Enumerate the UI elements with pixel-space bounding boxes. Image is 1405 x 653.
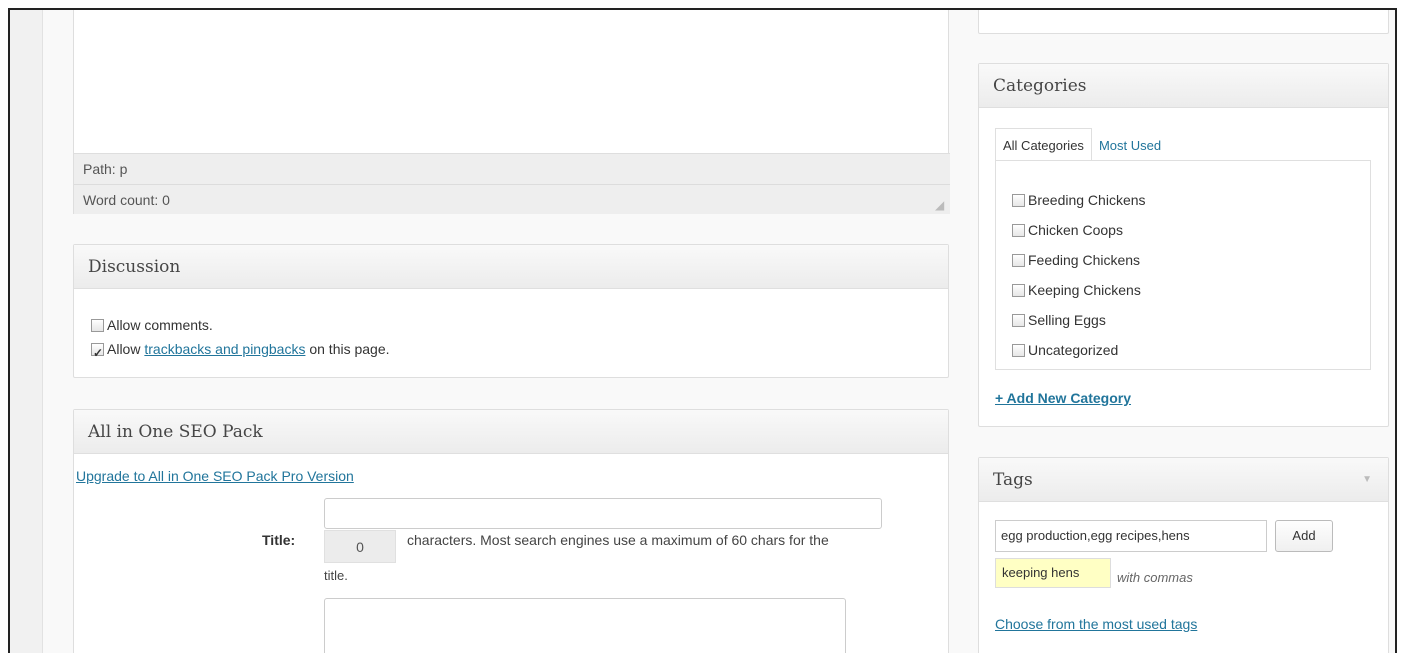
category-checkbox[interactable]: [1012, 254, 1025, 267]
screen-frame: Path: p Word count: 0 ◢ Discussion Allow…: [8, 8, 1397, 653]
category-item[interactable]: Uncategorized: [1012, 335, 1370, 365]
tag-suggestion[interactable]: keeping hens: [995, 558, 1111, 588]
tab-all-categories[interactable]: All Categories: [995, 128, 1092, 161]
allow-comments-checkbox[interactable]: [91, 319, 104, 332]
category-tabs: All Categories Most Used: [995, 128, 1168, 162]
allow-comments-label: Allow comments.: [107, 317, 213, 333]
allow-trackbacks-checkbox[interactable]: [91, 341, 104, 365]
seo-pack-box: All in One SEO Pack Upgrade to All in On…: [73, 409, 949, 653]
tags-box: Tags ▼ egg production,egg recipes,hens A…: [978, 457, 1389, 653]
seo-title-char-counter: 0: [324, 530, 396, 563]
seo-title-char-note: characters. Most search engines use a ma…: [407, 532, 829, 548]
category-label: Uncategorized: [1028, 342, 1119, 358]
tags-title: Tags: [979, 458, 1388, 502]
resize-grip-icon[interactable]: ◢: [935, 199, 947, 211]
collapse-arrow-icon[interactable]: ▼: [1362, 474, 1372, 485]
category-checklist: Breeding Chickens Chicken Coops Feeding …: [995, 160, 1371, 370]
add-new-category-link[interactable]: + Add New Category: [995, 390, 1131, 406]
category-label: Selling Eggs: [1028, 312, 1106, 328]
category-item[interactable]: Keeping Chickens: [1012, 275, 1370, 305]
allow-trackbacks-row: Allow trackbacks and pingbacks on this p…: [91, 337, 948, 365]
category-checkbox[interactable]: [1012, 284, 1025, 297]
discussion-title: Discussion: [74, 245, 948, 289]
categories-title: Categories: [979, 64, 1388, 108]
category-checkbox[interactable]: [1012, 224, 1025, 237]
add-tag-button[interactable]: Add: [1275, 520, 1333, 552]
category-item[interactable]: Breeding Chickens: [1012, 185, 1370, 215]
status-box-partial: [978, 10, 1389, 34]
seo-description-textarea[interactable]: [324, 598, 846, 653]
admin-sidebar-strip: [10, 10, 43, 653]
editor-status-bar: Path: p Word count: 0 ◢: [74, 153, 950, 214]
post-editor-content[interactable]: Path: p Word count: 0 ◢: [73, 10, 950, 214]
category-label: Feeding Chickens: [1028, 252, 1141, 268]
seo-upgrade-link[interactable]: Upgrade to All in One SEO Pack Pro Versi…: [76, 468, 354, 484]
editor-path: Path: p: [83, 161, 128, 177]
category-checkbox[interactable]: [1012, 314, 1025, 327]
seo-title-label: Title:: [262, 532, 296, 548]
tags-input[interactable]: egg production,egg recipes,hens: [995, 520, 1267, 552]
seo-title-input[interactable]: [324, 498, 882, 529]
discussion-body: Allow comments. Allow trackbacks and pin…: [74, 289, 948, 365]
seo-pack-title: All in One SEO Pack: [74, 410, 948, 454]
category-item[interactable]: Chicken Coops: [1012, 215, 1370, 245]
trackbacks-link[interactable]: trackbacks and pingbacks: [144, 341, 305, 357]
allow-comments-row: Allow comments.: [91, 313, 948, 337]
discussion-box: Discussion Allow comments. Allow trackba…: [73, 244, 949, 378]
allow-trackbacks-suffix: on this page.: [305, 341, 390, 357]
tags-hint: with commas: [1117, 570, 1193, 585]
tab-most-used[interactable]: Most Used: [1092, 129, 1168, 162]
category-label: Keeping Chickens: [1028, 282, 1141, 298]
category-checkbox[interactable]: [1012, 194, 1025, 207]
category-item[interactable]: Feeding Chickens: [1012, 245, 1370, 275]
category-label: Breeding Chickens: [1028, 192, 1146, 208]
allow-trackbacks-prefix: Allow: [107, 341, 145, 357]
choose-most-used-tags-link[interactable]: Choose from the most used tags: [995, 616, 1197, 632]
seo-title-char-note-cont: title.: [324, 568, 348, 583]
category-item[interactable]: Selling Eggs: [1012, 305, 1370, 335]
category-checkbox[interactable]: [1012, 344, 1025, 357]
category-label: Chicken Coops: [1028, 222, 1123, 238]
categories-box: Categories All Categories Most Used Breed…: [978, 63, 1389, 427]
editor-word-count: Word count: 0: [74, 184, 950, 214]
